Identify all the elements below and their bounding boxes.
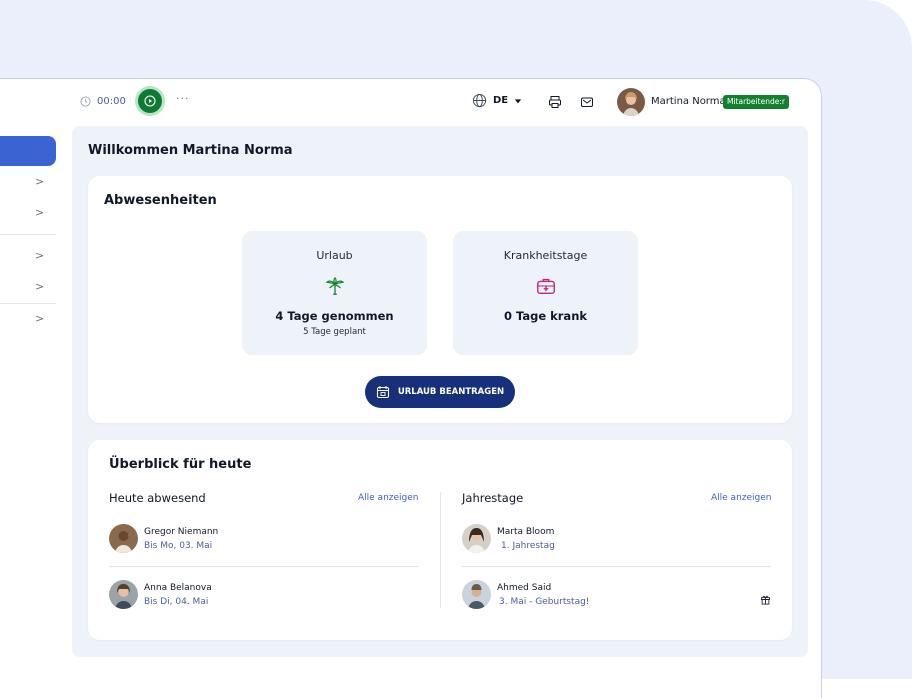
language-selector[interactable]: DE	[472, 93, 522, 108]
caret-down-icon	[514, 98, 522, 103]
sidebar-chevron-4[interactable]: >	[35, 280, 44, 293]
medical-kit-icon	[536, 278, 555, 295]
role-badge: Mitarbeitende:r	[723, 95, 789, 109]
avatar	[462, 580, 491, 609]
anniversaries-title: Jahrestage	[462, 491, 524, 505]
sidebar-chevron-5[interactable]: >	[35, 312, 44, 325]
sidebar-divider	[0, 303, 56, 304]
avatar	[109, 580, 138, 609]
sidebar-divider	[0, 234, 56, 235]
gift-icon	[760, 595, 771, 605]
sidebar-item-active[interactable]	[0, 136, 56, 166]
play-icon	[144, 95, 156, 107]
absent-show-all-link[interactable]: Alle anzeigen	[358, 493, 419, 503]
column-divider	[440, 492, 441, 608]
avatar	[109, 524, 138, 553]
list-item[interactable]: Marta Bloom 1. Jahrestag	[462, 524, 772, 564]
user-avatar[interactable]	[617, 88, 645, 116]
start-timer-button[interactable]	[138, 89, 162, 113]
anniversary-info: 1. Jahrestag	[501, 541, 555, 551]
sidebar-chevron-3[interactable]: >	[35, 249, 44, 262]
palm-tree-icon	[325, 277, 344, 295]
vacation-planned: 5 Tage geplant	[303, 327, 366, 337]
printer-icon[interactable]	[548, 95, 562, 109]
absence-until: Bis Di, 04. Mai	[144, 597, 209, 607]
anniversary-info: 3. Mai - Geburtstag!	[499, 597, 590, 607]
list-item[interactable]: Ahmed Said 3. Mai - Geburtstag!	[462, 580, 772, 620]
overview-title: Überblick für heute	[109, 457, 252, 472]
list-item[interactable]: Anna Belanova Bis Di, 04. Mai	[109, 580, 419, 620]
page-title: Willkommen Martina Norma	[88, 143, 293, 158]
vacation-label: Urlaub	[316, 249, 353, 262]
row-divider	[109, 566, 418, 567]
more-options-button[interactable]: ···	[176, 92, 190, 105]
person-name: Ahmed Said	[497, 583, 552, 593]
sick-days-value: 0 Tage krank	[503, 309, 588, 323]
time-tracker[interactable]: 00:00	[80, 96, 126, 107]
request-vacation-button[interactable]: URLAUB BEANTRAGEN	[365, 376, 515, 408]
anniversaries-show-all-link[interactable]: Alle anzeigen	[711, 493, 772, 503]
mail-icon[interactable]	[580, 95, 594, 109]
avatar	[462, 524, 491, 553]
user-name[interactable]: Martina Norma	[651, 96, 726, 107]
list-item[interactable]: Gregor Niemann Bis Mo, 03. Mai	[109, 524, 419, 564]
language-code: DE	[493, 95, 509, 106]
clock-icon	[80, 96, 91, 107]
globe-icon	[472, 93, 487, 108]
timer-value: 00:00	[97, 96, 126, 107]
vacation-value: 4 Tage genommen	[275, 309, 394, 323]
sidebar-chevron-2[interactable]: >	[35, 206, 44, 219]
absence-until: Bis Mo, 03. Mai	[144, 541, 213, 551]
row-divider	[462, 566, 771, 567]
sidebar-chevron-1[interactable]: >	[35, 175, 44, 188]
request-vacation-label: URLAUB BEANTRAGEN	[397, 387, 505, 397]
vacation-stat[interactable]: Urlaub 4 Tage genommen 5 Tage geplant	[242, 231, 427, 355]
sick-days-stat[interactable]: Krankheitstage 0 Tage krank	[453, 231, 638, 355]
absent-today-title: Heute abwesend	[109, 491, 206, 505]
absences-title: Abwesenheiten	[104, 193, 217, 208]
person-name: Marta Bloom	[497, 527, 555, 537]
person-name: Anna Belanova	[144, 583, 212, 593]
sick-days-label: Krankheitstage	[503, 249, 588, 262]
person-name: Gregor Niemann	[144, 527, 219, 537]
calendar-icon	[376, 386, 389, 399]
